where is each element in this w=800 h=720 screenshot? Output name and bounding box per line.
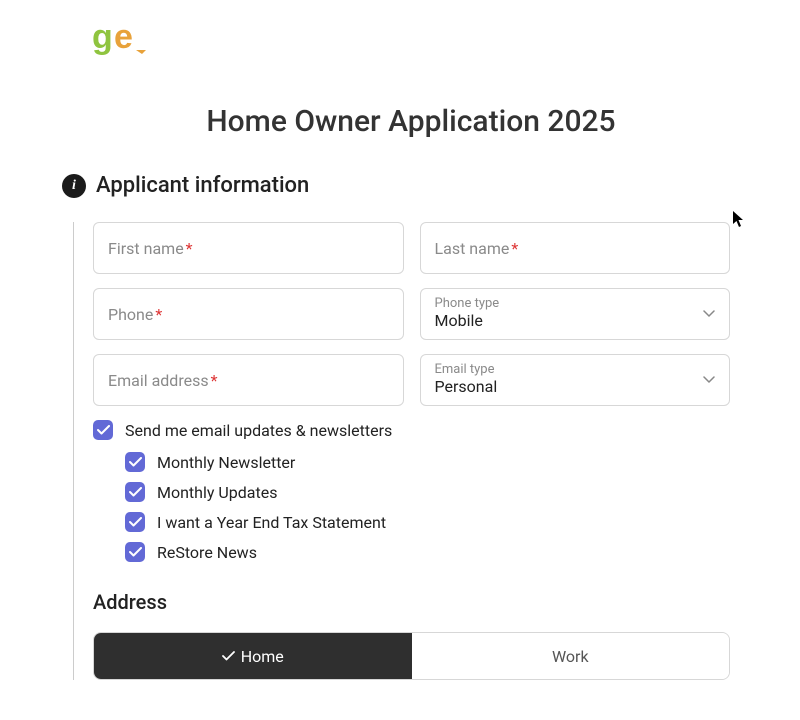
first-name-field[interactable]: First name* xyxy=(93,222,404,274)
tab-work-label: Work xyxy=(552,647,589,666)
tab-work[interactable]: Work xyxy=(412,633,730,679)
section-heading-applicant: Applicant information xyxy=(96,173,309,198)
phone-type-value: Mobile xyxy=(435,311,716,332)
mouse-cursor-icon xyxy=(732,210,746,232)
sub-checkbox-restore-news[interactable] xyxy=(125,542,145,562)
last-name-label: Last name* xyxy=(435,239,519,258)
svg-text:g: g xyxy=(92,18,113,56)
brand-logo: g e xyxy=(92,18,152,62)
email-type-select[interactable]: Email type Personal xyxy=(420,354,731,406)
newsletter-checkbox[interactable] xyxy=(93,420,113,440)
page-title: Home Owner Application 2025 xyxy=(92,104,730,139)
phone-label: Phone* xyxy=(108,305,162,324)
sub-label: I want a Year End Tax Statement xyxy=(157,513,386,532)
email-label: Email address* xyxy=(108,371,218,390)
svg-text:e: e xyxy=(114,18,133,56)
phone-field[interactable]: Phone* xyxy=(93,288,404,340)
email-type-label: Email type xyxy=(435,362,716,378)
section-heading-address: Address xyxy=(93,590,730,614)
sub-checkbox-monthly-newsletter[interactable] xyxy=(125,452,145,472)
tab-home-label: Home xyxy=(241,647,284,666)
sub-checkbox-monthly-updates[interactable] xyxy=(125,482,145,502)
last-name-field[interactable]: Last name* xyxy=(420,222,731,274)
check-icon xyxy=(222,647,235,666)
info-icon: i xyxy=(62,174,86,198)
phone-type-label: Phone type xyxy=(435,296,716,312)
address-tabs: Home Work xyxy=(93,632,730,680)
sub-label: Monthly Newsletter xyxy=(157,453,295,472)
sub-label: Monthly Updates xyxy=(157,483,277,502)
first-name-label: First name* xyxy=(108,239,193,258)
email-field[interactable]: Email address* xyxy=(93,354,404,406)
newsletter-label: Send me email updates & newsletters xyxy=(125,421,392,440)
phone-type-select[interactable]: Phone type Mobile xyxy=(420,288,731,340)
tab-home[interactable]: Home xyxy=(94,633,412,679)
sub-checkbox-tax-statement[interactable] xyxy=(125,512,145,532)
chevron-down-icon xyxy=(703,376,715,384)
chevron-down-icon xyxy=(703,310,715,318)
sub-label: ReStore News xyxy=(157,543,257,562)
email-type-value: Personal xyxy=(435,377,716,398)
